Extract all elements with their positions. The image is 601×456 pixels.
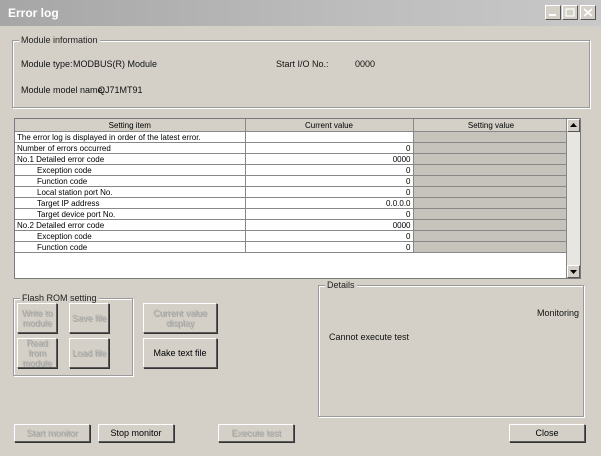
current-value-cell: 0.0.0.0 [245,197,414,209]
make-text-file-button[interactable]: Make text file [143,338,217,368]
table-row[interactable]: Function code 0 [15,241,580,253]
setting-item-cell: Exception code [15,230,246,242]
setting-item-cell: The error log is displayed in order of t… [15,131,246,143]
current-value-display-button[interactable]: Current value display [143,303,217,333]
module-type-label: Module type: [21,59,73,69]
load-file-button[interactable]: Load file [69,338,109,368]
setting-item-cell: Local station port No. [15,186,246,198]
current-value-cell: 0 [245,175,414,187]
scroll-down-button[interactable] [567,265,580,278]
table-row[interactable]: Target IP address 0.0.0.0 [15,197,580,209]
maximize-button[interactable] [562,5,578,20]
current-value-cell: 0 [245,186,414,198]
setting-item-cell: Function code [15,241,246,253]
setting-item-cell: Target device port No. [15,208,246,220]
monitoring-status: Monitoring [536,308,579,318]
current-value-cell [245,131,414,143]
minimize-button[interactable] [545,5,561,20]
module-information-legend: Module information [19,35,100,45]
setting-value-cell[interactable] [413,208,570,220]
window-title: Error log [8,6,59,20]
current-value-cell: 0 [245,241,414,253]
table-row[interactable]: Exception code 0 [15,164,580,176]
header-setting-item[interactable]: Setting item [15,119,246,132]
setting-value-cell[interactable] [413,175,570,187]
maximize-icon [565,8,575,17]
title-bar[interactable]: Error log [0,0,601,26]
setting-item-cell: Exception code [15,164,246,176]
table-row[interactable]: Target device port No. 0 [15,208,580,220]
table-row[interactable]: Function code 0 [15,175,580,187]
current-value-cell: 0000 [245,153,414,165]
header-current-value[interactable]: Current value [245,119,414,132]
execute-test-button[interactable]: Execute test [218,424,294,442]
details-group: Details Monitoring Cannot execute test [318,280,584,417]
save-file-button[interactable]: Save file [69,303,109,333]
flash-rom-legend: Flash ROM setting [20,293,99,303]
start-io-label: Start I/O No.: [276,59,329,69]
vertical-scrollbar[interactable] [566,119,580,278]
read-from-module-button[interactable]: Read from module [17,338,57,368]
table-header-row: Setting item Current value Setting value [15,119,580,132]
module-model-value: QJ71MT91 [98,85,143,95]
table-row[interactable]: No.2 Detailed error code 0000 [15,219,580,231]
start-monitor-button[interactable]: Start monitor [14,424,90,442]
module-information-group: Module information Module type: MODBUS(R… [12,35,590,108]
details-legend: Details [325,280,357,290]
table-row[interactable]: No.1 Detailed error code 0000 [15,153,580,165]
setting-item-cell: Function code [15,175,246,187]
setting-value-cell[interactable] [413,164,570,176]
table-row[interactable]: Number of errors occurred 0 [15,142,580,154]
table-row[interactable]: Local station port No. 0 [15,186,580,198]
close-button[interactable]: Close [509,424,585,442]
setting-value-cell[interactable] [413,186,570,198]
start-io-value: 0000 [355,59,376,69]
current-value-cell: 0 [245,208,414,220]
error-log-table[interactable]: Setting item Current value Setting value… [14,118,581,279]
setting-item-cell: No.1 Detailed error code [15,153,246,165]
setting-item-cell: No.2 Detailed error code [15,219,246,231]
current-value-cell: 0 [245,230,414,242]
details-message: Cannot execute test [329,332,410,342]
current-value-cell: 0 [245,164,414,176]
current-value-cell: 0 [245,142,414,154]
setting-value-cell[interactable] [413,131,570,143]
stop-monitor-button[interactable]: Stop monitor [98,424,174,442]
arrow-up-icon [570,123,577,127]
close-icon [583,8,593,17]
table-row[interactable]: Exception code 0 [15,230,580,242]
table-row[interactable]: The error log is displayed in order of t… [15,131,580,143]
header-setting-value[interactable]: Setting value [413,119,570,132]
module-model-label: Module model name: [21,85,106,95]
arrow-down-icon [570,270,577,274]
setting-value-cell[interactable] [413,219,570,231]
error-log-window: Error log Module information Module type… [0,0,601,456]
setting-value-cell[interactable] [413,241,570,253]
current-value-cell: 0000 [245,219,414,231]
setting-item-cell: Target IP address [15,197,246,209]
module-type-value: MODBUS(R) Module [73,59,158,69]
setting-value-cell[interactable] [413,153,570,165]
setting-value-cell[interactable] [413,230,570,242]
setting-value-cell[interactable] [413,142,570,154]
setting-item-cell: Number of errors occurred [15,142,246,154]
write-to-module-button[interactable]: Write to module [17,303,57,333]
setting-value-cell[interactable] [413,197,570,209]
close-window-button[interactable] [580,5,596,20]
minimize-icon [549,14,556,16]
scroll-up-button[interactable] [567,119,580,132]
